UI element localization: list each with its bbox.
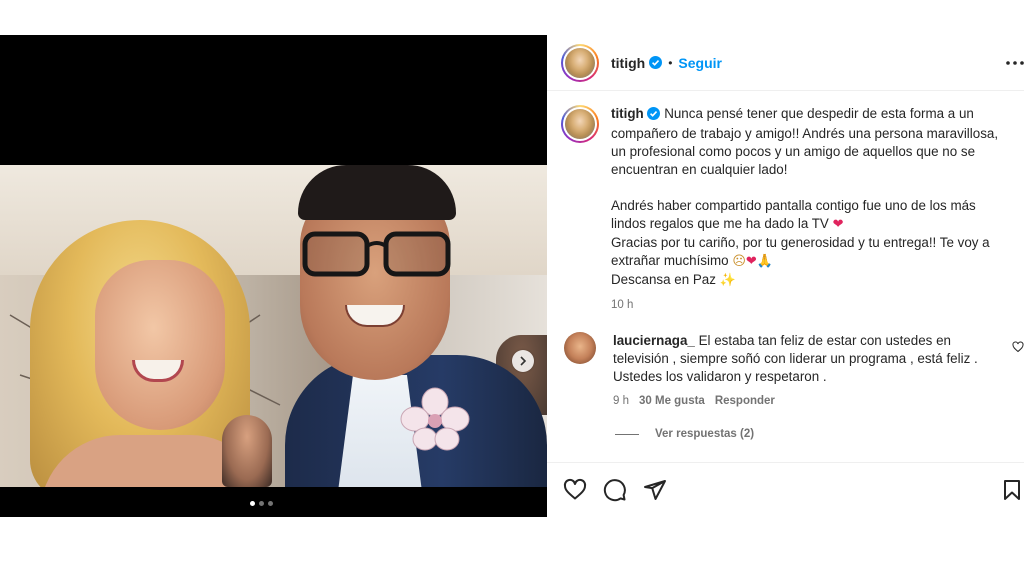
like-button[interactable] (563, 478, 587, 502)
comment-likes[interactable]: 30 Me gusta (639, 392, 705, 410)
carousel-dot (250, 501, 255, 506)
post-media[interactable] (0, 35, 547, 517)
post-timestamp[interactable]: 10 h (611, 296, 1011, 314)
follow-button[interactable]: Seguir (678, 55, 722, 71)
sparkle-emoji: ✨ (719, 273, 736, 288)
boutonniere-flower (400, 387, 470, 451)
save-button[interactable] (1000, 478, 1024, 502)
caption-paragraph-3: Gracias por tu cariño, por tu generosida… (611, 235, 990, 268)
share-button[interactable] (643, 478, 667, 502)
author-avatar[interactable] (561, 43, 599, 82)
glasses (302, 231, 451, 277)
comment-timestamp[interactable]: 9 h (613, 392, 629, 410)
view-replies-label: Ver respuestas (2) (655, 428, 755, 440)
more-options-button[interactable] (1004, 53, 1024, 73)
caption-paragraph-4: Descansa en Paz (611, 272, 716, 287)
sad-emoji: ☹ (732, 254, 746, 269)
caption-paragraph-2: Andrés haber compartido pantalla contigo… (611, 198, 976, 231)
verified-badge-icon (647, 107, 661, 125)
caption-avatar[interactable] (561, 105, 599, 143)
heart-icon (1012, 341, 1024, 353)
post-actions (547, 462, 1024, 517)
separator-dot: • (668, 55, 673, 70)
heart-icon (563, 478, 587, 500)
caption-username[interactable]: titigh (611, 106, 644, 121)
chevron-right-icon (520, 356, 527, 366)
author-username[interactable]: titigh (611, 55, 645, 71)
bookmark-icon (1004, 480, 1020, 500)
comment-icon (603, 479, 626, 502)
comment-like-button[interactable] (1012, 340, 1024, 353)
comment-item: lauciernaga_ El estaba tan feliz de esta… (561, 332, 1024, 410)
commenter-username[interactable]: lauciernaga_ (613, 333, 695, 348)
carousel-dot (259, 501, 264, 506)
post-photo (0, 165, 547, 487)
post-caption: titigh Nunca pensé tener que despedir de… (561, 105, 1021, 314)
post-header: titigh • Seguir (547, 35, 1024, 91)
caption-paragraph-1: Nunca pensé tener que despedir de esta f… (611, 106, 999, 177)
view-replies-button[interactable]: Ver respuestas (2) (615, 428, 754, 440)
pray-emoji: 🙏 (756, 254, 773, 269)
verified-badge-icon (649, 56, 663, 69)
more-options-icon (1006, 61, 1024, 65)
carousel-dot (268, 501, 273, 506)
reply-button[interactable]: Responder (715, 392, 775, 410)
heart-emoji: ❤ (832, 217, 844, 232)
commenter-avatar[interactable] (564, 332, 596, 364)
comment-button[interactable] (603, 478, 627, 502)
carousel-indicator (250, 501, 273, 506)
heart-emoji: ❤ (745, 254, 757, 269)
send-icon (644, 480, 666, 500)
post-details-panel: titigh • Seguir titigh Nunca pensé tener… (547, 35, 1024, 517)
next-photo-button[interactable] (512, 350, 534, 372)
